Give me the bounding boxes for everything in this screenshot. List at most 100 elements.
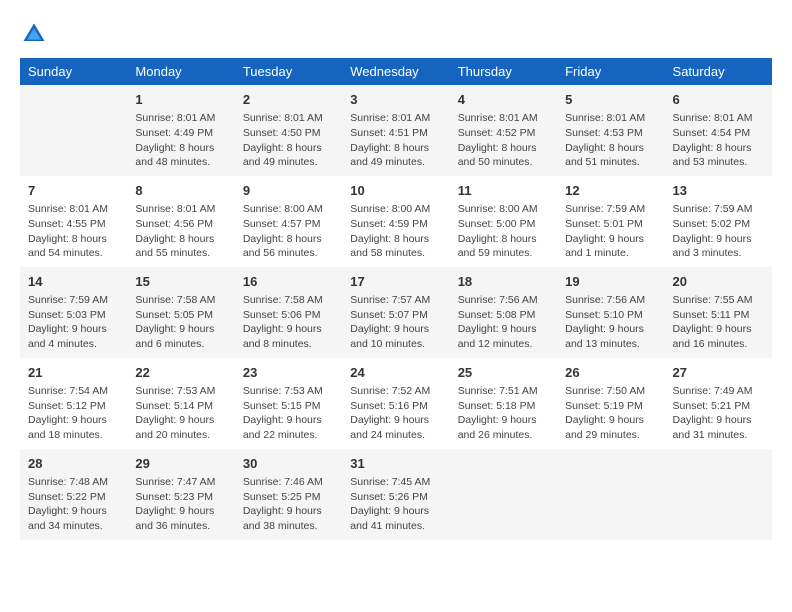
day-info: Sunset: 4:50 PM	[243, 126, 334, 141]
day-info: Sunrise: 7:59 AM	[673, 202, 764, 217]
day-number: 14	[28, 273, 119, 291]
day-info: Daylight: 8 hours	[28, 232, 119, 247]
day-info: Sunrise: 7:58 AM	[135, 293, 226, 308]
day-info: Sunrise: 8:00 AM	[350, 202, 441, 217]
day-number: 24	[350, 364, 441, 382]
day-info: Sunset: 5:25 PM	[243, 490, 334, 505]
day-info: Sunrise: 7:59 AM	[28, 293, 119, 308]
day-number: 2	[243, 91, 334, 109]
week-row-2: 7Sunrise: 8:01 AMSunset: 4:55 PMDaylight…	[20, 176, 772, 267]
day-number: 10	[350, 182, 441, 200]
calendar-cell: 23Sunrise: 7:53 AMSunset: 5:15 PMDayligh…	[235, 358, 342, 449]
day-info: Daylight: 9 hours	[565, 413, 656, 428]
day-info: Sunset: 5:21 PM	[673, 399, 764, 414]
calendar-cell: 10Sunrise: 8:00 AMSunset: 4:59 PMDayligh…	[342, 176, 449, 267]
calendar-table: SundayMondayTuesdayWednesdayThursdayFrid…	[20, 58, 772, 540]
day-info: and 48 minutes.	[135, 155, 226, 170]
day-info: Daylight: 9 hours	[135, 413, 226, 428]
day-info: Sunrise: 7:49 AM	[673, 384, 764, 399]
calendar-cell	[665, 449, 772, 540]
day-info: Sunset: 5:06 PM	[243, 308, 334, 323]
day-info: Sunrise: 8:01 AM	[673, 111, 764, 126]
day-info: and 50 minutes.	[458, 155, 549, 170]
day-info: Daylight: 9 hours	[135, 504, 226, 519]
day-info: Daylight: 8 hours	[458, 232, 549, 247]
day-info: Sunset: 4:49 PM	[135, 126, 226, 141]
day-info: and 18 minutes.	[28, 428, 119, 443]
day-info: Sunrise: 8:01 AM	[135, 202, 226, 217]
column-header-monday: Monday	[127, 58, 234, 85]
day-number: 1	[135, 91, 226, 109]
day-info: and 31 minutes.	[673, 428, 764, 443]
day-number: 4	[458, 91, 549, 109]
day-info: Daylight: 8 hours	[565, 141, 656, 156]
day-info: Sunrise: 7:58 AM	[243, 293, 334, 308]
day-info: and 20 minutes.	[135, 428, 226, 443]
week-row-4: 21Sunrise: 7:54 AMSunset: 5:12 PMDayligh…	[20, 358, 772, 449]
column-header-friday: Friday	[557, 58, 664, 85]
calendar-cell: 18Sunrise: 7:56 AMSunset: 5:08 PMDayligh…	[450, 267, 557, 358]
day-info: Sunrise: 7:51 AM	[458, 384, 549, 399]
day-info: Daylight: 9 hours	[28, 504, 119, 519]
day-number: 6	[673, 91, 764, 109]
day-info: Sunset: 4:57 PM	[243, 217, 334, 232]
day-info: Sunrise: 7:56 AM	[565, 293, 656, 308]
calendar-cell: 21Sunrise: 7:54 AMSunset: 5:12 PMDayligh…	[20, 358, 127, 449]
calendar-cell: 1Sunrise: 8:01 AMSunset: 4:49 PMDaylight…	[127, 85, 234, 176]
day-number: 3	[350, 91, 441, 109]
day-number: 28	[28, 455, 119, 473]
day-info: Sunrise: 7:48 AM	[28, 475, 119, 490]
calendar-cell: 30Sunrise: 7:46 AMSunset: 5:25 PMDayligh…	[235, 449, 342, 540]
logo	[20, 20, 52, 48]
day-info: Sunrise: 7:53 AM	[243, 384, 334, 399]
calendar-cell: 8Sunrise: 8:01 AMSunset: 4:56 PMDaylight…	[127, 176, 234, 267]
day-info: Sunset: 4:54 PM	[673, 126, 764, 141]
column-header-saturday: Saturday	[665, 58, 772, 85]
day-info: and 24 minutes.	[350, 428, 441, 443]
day-info: Sunset: 5:26 PM	[350, 490, 441, 505]
week-row-3: 14Sunrise: 7:59 AMSunset: 5:03 PMDayligh…	[20, 267, 772, 358]
day-info: Sunset: 5:19 PM	[565, 399, 656, 414]
calendar-cell: 2Sunrise: 8:01 AMSunset: 4:50 PMDaylight…	[235, 85, 342, 176]
day-number: 15	[135, 273, 226, 291]
day-info: Sunrise: 7:54 AM	[28, 384, 119, 399]
day-info: Sunset: 5:07 PM	[350, 308, 441, 323]
day-info: and 6 minutes.	[135, 337, 226, 352]
day-info: Sunset: 5:22 PM	[28, 490, 119, 505]
calendar-cell: 24Sunrise: 7:52 AMSunset: 5:16 PMDayligh…	[342, 358, 449, 449]
day-info: Sunset: 5:01 PM	[565, 217, 656, 232]
calendar-cell: 12Sunrise: 7:59 AMSunset: 5:01 PMDayligh…	[557, 176, 664, 267]
calendar-cell: 25Sunrise: 7:51 AMSunset: 5:18 PMDayligh…	[450, 358, 557, 449]
day-info: and 36 minutes.	[135, 519, 226, 534]
day-info: Daylight: 9 hours	[28, 413, 119, 428]
day-info: Sunrise: 7:46 AM	[243, 475, 334, 490]
day-info: Sunrise: 7:57 AM	[350, 293, 441, 308]
calendar-cell: 17Sunrise: 7:57 AMSunset: 5:07 PMDayligh…	[342, 267, 449, 358]
day-info: and 3 minutes.	[673, 246, 764, 261]
calendar-body: 1 Sunrise: 8:01 AM Sunset: 4:49 PM Daylight…	[20, 85, 772, 540]
day-info: Daylight: 8 hours	[243, 232, 334, 247]
column-header-wednesday: Wednesday	[342, 58, 449, 85]
page-header	[20, 20, 772, 48]
day-info: Sunrise: 8:00 AM	[243, 202, 334, 217]
calendar-cell: 29Sunrise: 7:47 AMSunset: 5:23 PMDayligh…	[127, 449, 234, 540]
column-header-thursday: Thursday	[450, 58, 557, 85]
calendar-cell: 20Sunrise: 7:55 AMSunset: 5:11 PMDayligh…	[665, 267, 772, 358]
day-info: and 10 minutes.	[350, 337, 441, 352]
calendar-cell: 6Sunrise: 8:01 AMSunset: 4:54 PMDaylight…	[665, 85, 772, 176]
day-info: and 29 minutes.	[565, 428, 656, 443]
day-info: and 4 minutes.	[28, 337, 119, 352]
day-info: Sunset: 4:59 PM	[350, 217, 441, 232]
day-info: and 22 minutes.	[243, 428, 334, 443]
day-number: 27	[673, 364, 764, 382]
day-info: Daylight: 9 hours	[350, 413, 441, 428]
day-info: Sunset: 5:11 PM	[673, 308, 764, 323]
day-info: and 12 minutes.	[458, 337, 549, 352]
day-info: Sunset: 4:56 PM	[135, 217, 226, 232]
day-info: and 49 minutes.	[350, 155, 441, 170]
day-info: Sunrise: 8:01 AM	[28, 202, 119, 217]
day-number: 9	[243, 182, 334, 200]
calendar-cell: 5Sunrise: 8:01 AMSunset: 4:53 PMDaylight…	[557, 85, 664, 176]
calendar-cell: 16Sunrise: 7:58 AMSunset: 5:06 PMDayligh…	[235, 267, 342, 358]
day-info: Daylight: 9 hours	[565, 322, 656, 337]
